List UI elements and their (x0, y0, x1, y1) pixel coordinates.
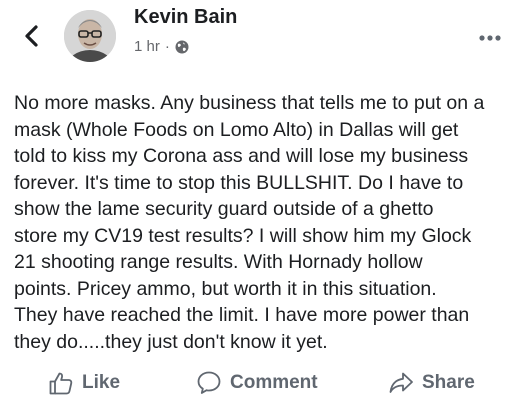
post-text: No more masks. Any business that tells m… (14, 92, 485, 353)
share-label: Share (422, 372, 475, 393)
post-meta: 1 hr · (134, 38, 189, 55)
share-icon (389, 372, 413, 393)
avatar[interactable] (64, 10, 116, 62)
comment-icon (197, 371, 221, 394)
more-icon[interactable] (478, 34, 502, 42)
like-button[interactable]: Like (48, 370, 120, 396)
action-bar: Like Comment Share (0, 364, 516, 408)
comment-label: Comment (230, 372, 318, 393)
post-header: Kevin Bain 1 hr · (0, 0, 516, 80)
meta-separator: · (164, 38, 170, 55)
like-label: Like (82, 372, 121, 393)
post-time[interactable]: 1 hr (134, 38, 160, 55)
like-icon (49, 372, 73, 395)
comment-button[interactable]: Comment (196, 370, 318, 396)
share-button[interactable]: Share (388, 370, 475, 396)
globe-icon (175, 40, 189, 53)
back-icon[interactable] (22, 24, 42, 48)
author-name[interactable]: Kevin Bain (134, 6, 237, 29)
